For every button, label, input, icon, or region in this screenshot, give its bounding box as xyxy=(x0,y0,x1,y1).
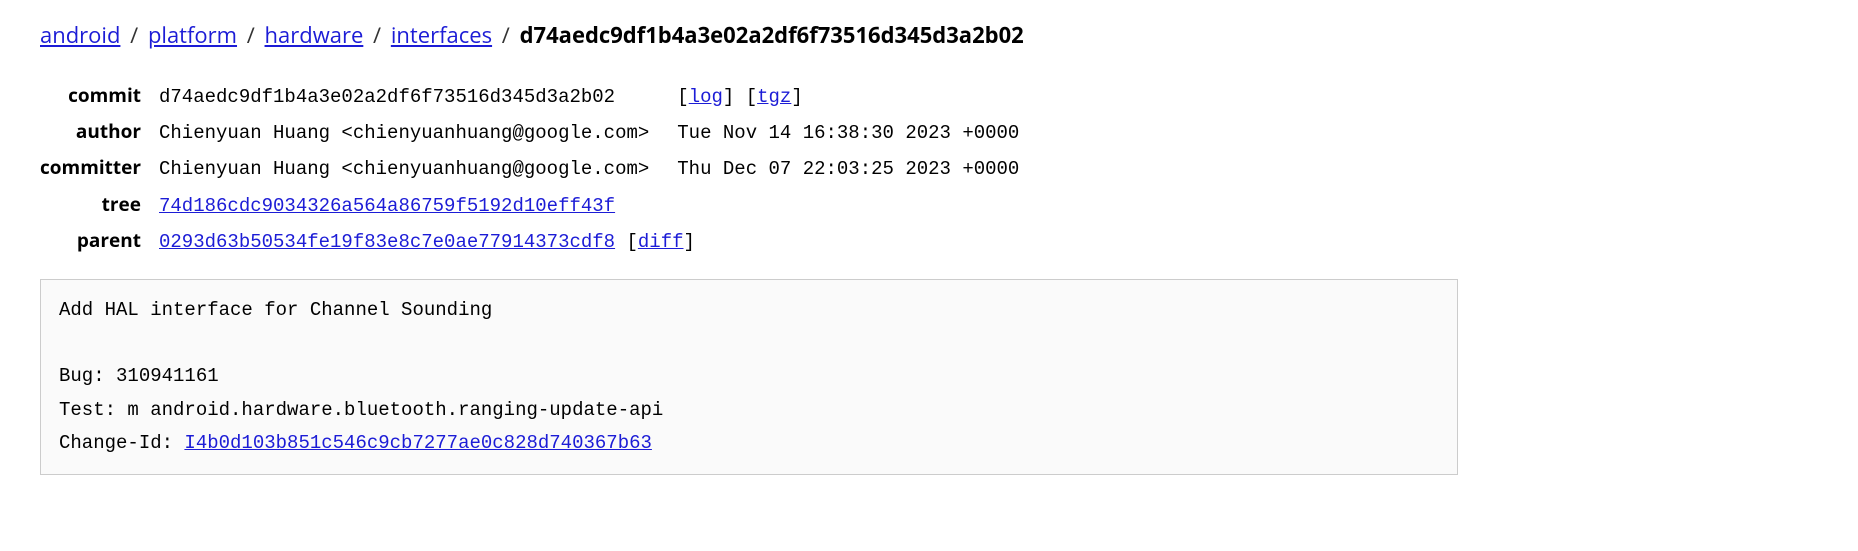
commit-title: Add HAL interface for Channel Sounding xyxy=(59,299,492,321)
meta-row-commit: commit d74aedc9df1b4a3e02a2df6f73516d345… xyxy=(40,78,1047,114)
commit-message: Add HAL interface for Channel Sounding B… xyxy=(40,279,1458,475)
breadcrumb-current: d74aedc9df1b4a3e02a2df6f73516d345d3a2b02 xyxy=(520,20,1024,50)
meta-row-author: author Chienyuan Huang <chienyuanhuang@g… xyxy=(40,114,1047,150)
meta-commit-actions: [log] [tgz] xyxy=(677,78,1047,114)
breadcrumb: android / platform / hardware / interfac… xyxy=(40,20,1818,50)
meta-label-commit: commit xyxy=(40,78,159,114)
log-link[interactable]: log xyxy=(689,86,723,108)
changeid-link[interactable]: I4b0d103b851c546c9cb7277ae0c828d740367b6… xyxy=(184,432,651,454)
commit-changeid-prefix: Change-Id: xyxy=(59,432,184,454)
meta-label-tree: tree xyxy=(40,187,159,223)
meta-committer-date: Thu Dec 07 22:03:25 2023 +0000 xyxy=(677,150,1047,186)
commit-bug-line: Bug: 310941161 xyxy=(59,365,219,387)
meta-committer-name: Chienyuan Huang <chienyuanhuang@google.c… xyxy=(159,150,677,186)
meta-row-committer: committer Chienyuan Huang <chienyuanhuan… xyxy=(40,150,1047,186)
breadcrumb-sep: / xyxy=(502,20,510,50)
meta-author-date: Tue Nov 14 16:38:30 2023 +0000 xyxy=(677,114,1047,150)
tgz-link[interactable]: tgz xyxy=(757,86,791,108)
meta-row-tree: tree 74d186cdc9034326a564a86759f5192d10e… xyxy=(40,187,1047,223)
meta-row-parent: parent 0293d63b50534fe19f83e8c7e0ae77914… xyxy=(40,223,1047,259)
meta-commit-hash: d74aedc9df1b4a3e02a2df6f73516d345d3a2b02 xyxy=(159,78,677,114)
commit-test-line: Test: m android.hardware.bluetooth.rangi… xyxy=(59,399,663,421)
breadcrumb-sep: / xyxy=(247,20,255,50)
breadcrumb-link-hardware[interactable]: hardware xyxy=(265,20,364,50)
meta-label-parent: parent xyxy=(40,223,159,259)
meta-label-committer: committer xyxy=(40,150,159,186)
commit-meta-table: commit d74aedc9df1b4a3e02a2df6f73516d345… xyxy=(40,78,1047,259)
breadcrumb-link-android[interactable]: android xyxy=(40,20,120,50)
breadcrumb-sep: / xyxy=(373,20,381,50)
meta-label-author: author xyxy=(40,114,159,150)
parent-link[interactable]: 0293d63b50534fe19f83e8c7e0ae77914373cdf8 xyxy=(159,231,615,253)
meta-author-name: Chienyuan Huang <chienyuanhuang@google.c… xyxy=(159,114,677,150)
tree-link[interactable]: 74d186cdc9034326a564a86759f5192d10eff43f xyxy=(159,195,615,217)
breadcrumb-link-platform[interactable]: platform xyxy=(148,20,237,50)
diff-link[interactable]: diff xyxy=(638,231,684,253)
breadcrumb-link-interfaces[interactable]: interfaces xyxy=(391,20,492,50)
breadcrumb-sep: / xyxy=(130,20,138,50)
